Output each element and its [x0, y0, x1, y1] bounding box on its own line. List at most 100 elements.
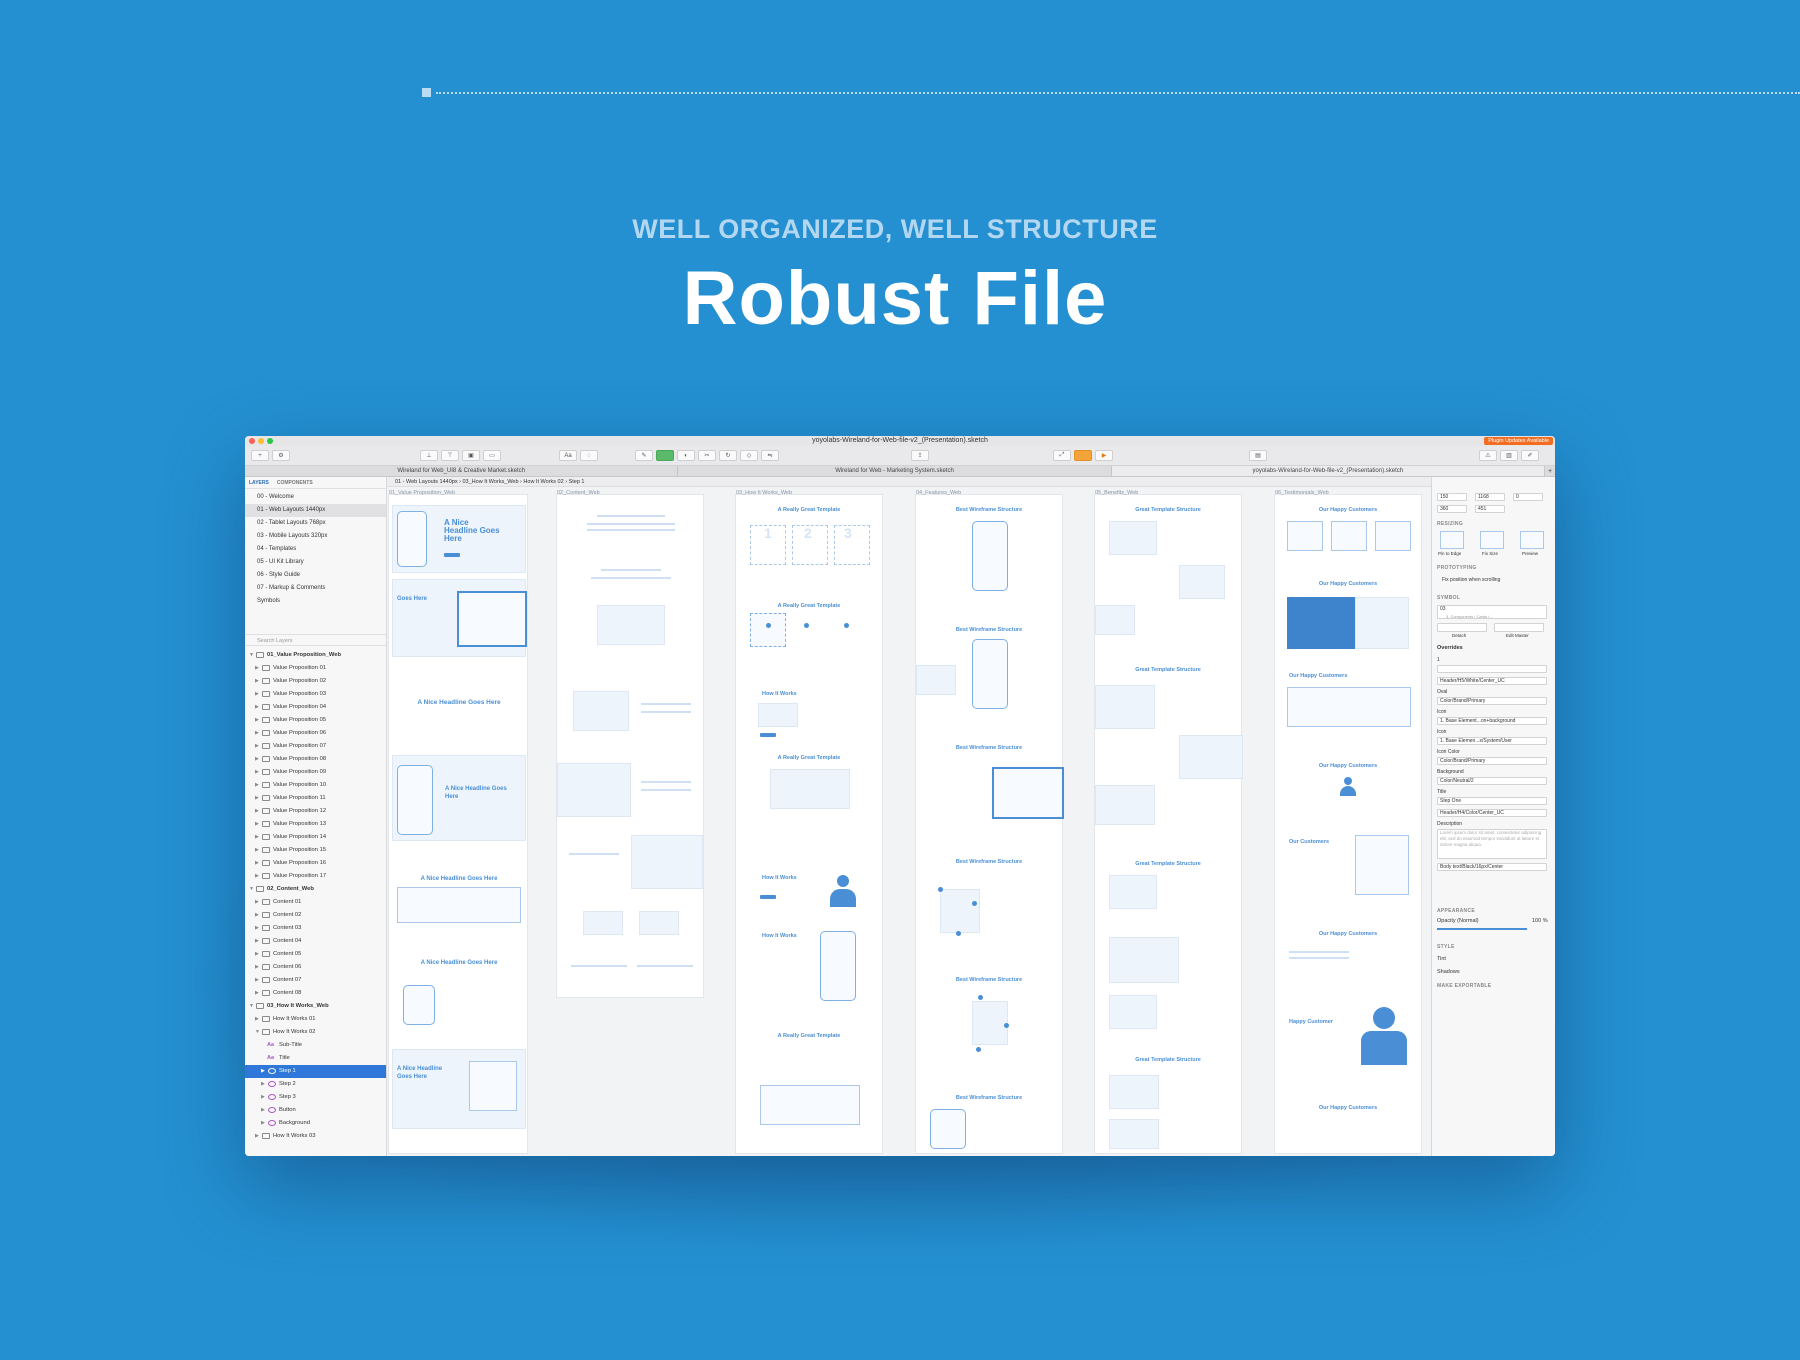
- opacity-slider[interactable]: [1437, 928, 1527, 930]
- chevron-right-icon[interactable]: ▶: [255, 870, 259, 883]
- chevron-down-icon[interactable]: ▼: [255, 1026, 260, 1039]
- page-item[interactable]: 05 - UI Kit Library: [245, 556, 386, 569]
- layer-item[interactable]: ▶ How It Works 03: [245, 1130, 386, 1143]
- tab-components[interactable]: COMPONENTS: [277, 480, 313, 486]
- artboard-how-it-works[interactable]: 03_How It Works_Web A Really Great Templ…: [735, 490, 883, 1154]
- text-layer[interactable]: Aa Title: [245, 1052, 386, 1065]
- chevron-right-icon[interactable]: ▶: [255, 779, 259, 792]
- layer-item[interactable]: ▶ Content 05: [245, 948, 386, 961]
- layer-item[interactable]: ▶ Value Proposition 15: [245, 844, 386, 857]
- chevron-down-icon[interactable]: ▼: [249, 1000, 254, 1013]
- share-icon[interactable]: ⇪: [911, 450, 929, 461]
- chevron-right-icon[interactable]: ▶: [255, 896, 259, 909]
- layer-item[interactable]: ▶ Value Proposition 12: [245, 805, 386, 818]
- view-options-icon[interactable]: ▤: [1249, 450, 1267, 461]
- artboard-testimonials[interactable]: 06_Testimonials_Web Our Happy Customers …: [1274, 490, 1422, 1154]
- position-y-field[interactable]: 1168: [1475, 493, 1505, 501]
- chevron-right-icon[interactable]: ▶: [255, 701, 259, 714]
- page-item[interactable]: 02 - Tablet Layouts 768px: [245, 517, 386, 530]
- chevron-right-icon[interactable]: ▶: [261, 1104, 265, 1117]
- canvas[interactable]: 01 - Web Layouts 1440px › 03_How It Work…: [387, 477, 1431, 1156]
- align-left-icon[interactable]: ⊥: [420, 450, 438, 461]
- opacity-value[interactable]: 100 %: [1532, 918, 1548, 924]
- shadows-label[interactable]: Shadows: [1437, 969, 1460, 975]
- layer-item[interactable]: ▶ Value Proposition 01: [245, 662, 386, 675]
- position-x-field[interactable]: 150: [1437, 493, 1467, 501]
- page-item[interactable]: 06 - Style Guide: [245, 569, 386, 582]
- chevron-right-icon[interactable]: ▶: [255, 740, 259, 753]
- chevron-right-icon[interactable]: ▶: [255, 662, 259, 675]
- layer-item[interactable]: ▶ Value Proposition 04: [245, 701, 386, 714]
- new-tab-button[interactable]: +: [1545, 466, 1555, 476]
- artboard-features[interactable]: 04_Features_Web Best Wireframe Structure…: [915, 490, 1064, 1154]
- layer-item[interactable]: ▶ Value Proposition 14: [245, 831, 386, 844]
- page-item[interactable]: 00 - Welcome: [245, 491, 386, 504]
- page-item[interactable]: 07 - Markup & Comments: [245, 582, 386, 595]
- override-field[interactable]: Header/H5/White/Center_UC: [1437, 677, 1547, 685]
- layer-item[interactable]: ▶ Content 08: [245, 987, 386, 1000]
- layer-item[interactable]: ▶ Value Proposition 07: [245, 740, 386, 753]
- chevron-right-icon[interactable]: ▶: [255, 805, 259, 818]
- chevron-right-icon[interactable]: ▶: [255, 831, 259, 844]
- warning-icon[interactable]: ⚠: [1479, 450, 1497, 461]
- breadcrumb-item[interactable]: Step 1: [569, 479, 585, 485]
- chevron-right-icon[interactable]: ▶: [255, 766, 259, 779]
- cloud-icon[interactable]: [1074, 450, 1092, 461]
- chevron-right-icon[interactable]: ▶: [255, 909, 259, 922]
- chevron-down-icon[interactable]: ▼: [249, 649, 254, 662]
- flip-icon[interactable]: ⇋: [761, 450, 779, 461]
- chevron-right-icon[interactable]: ▶: [261, 1065, 265, 1078]
- artboard-value-proposition[interactable]: 01_Value Proposition_Web A Nice Headline…: [388, 490, 528, 1154]
- layer-item[interactable]: ▶ Value Proposition 08: [245, 753, 386, 766]
- data-button[interactable]: ⚙: [272, 450, 290, 461]
- distribute-icon[interactable]: ▣: [462, 450, 480, 461]
- preview-play-icon[interactable]: ▶: [1095, 450, 1113, 461]
- description-textarea[interactable]: Lorem ipsum dolor sit amet, consectetur …: [1437, 829, 1547, 859]
- symbol-button[interactable]: ◌: [580, 450, 598, 461]
- chevron-right-icon[interactable]: ▶: [255, 688, 259, 701]
- plugin-updates-badge[interactable]: Plugin Updates Available: [1484, 437, 1553, 445]
- chevron-right-icon[interactable]: ▶: [255, 857, 259, 870]
- plugin-green-icon[interactable]: [656, 450, 674, 461]
- document-tab-1[interactable]: Wireland for Web_UI8 & Creative Market.s…: [245, 466, 679, 476]
- breadcrumb-item[interactable]: How It Works 02: [523, 479, 563, 485]
- layer-item[interactable]: ▶ Value Proposition 09: [245, 766, 386, 779]
- chevron-right-icon[interactable]: ▶: [255, 844, 259, 857]
- sidebar-toggle-icon[interactable]: ▥: [1500, 450, 1518, 461]
- search-layers-input[interactable]: Search Layers: [245, 634, 386, 646]
- chevron-right-icon[interactable]: ▶: [255, 935, 259, 948]
- height-field[interactable]: 451: [1475, 505, 1505, 513]
- layer-item[interactable]: ▶ Value Proposition 03: [245, 688, 386, 701]
- layer-item[interactable]: ▶ Content 06: [245, 961, 386, 974]
- chevron-down-icon[interactable]: ▼: [249, 883, 254, 896]
- artboard-benefits[interactable]: 05_Benefits_Web Great Template Structure…: [1094, 490, 1243, 1154]
- rotate-icon[interactable]: ↻: [719, 450, 737, 461]
- edit-master-button[interactable]: [1494, 623, 1544, 632]
- group-icon[interactable]: ▭: [483, 450, 501, 461]
- layer-item[interactable]: ▶ Value Proposition 05: [245, 714, 386, 727]
- chevron-right-icon[interactable]: ▶: [255, 818, 259, 831]
- chevron-right-icon[interactable]: ▶: [255, 987, 259, 1000]
- override-field[interactable]: Color/Brand/Primary: [1437, 757, 1547, 765]
- layer-selected[interactable]: ▶ Step 1: [245, 1065, 386, 1078]
- layer-item[interactable]: ▶ Content 02: [245, 909, 386, 922]
- detach-button[interactable]: [1437, 623, 1487, 632]
- chevron-right-icon[interactable]: ▶: [255, 1130, 259, 1143]
- breadcrumb-item[interactable]: 01 - Web Layouts 1440px: [395, 479, 458, 485]
- layer-item[interactable]: ▶ Content 03: [245, 922, 386, 935]
- override-field[interactable]: Body text/Black/16px/Center: [1437, 863, 1547, 871]
- fix-position-checkbox[interactable]: Fix position when scrolling: [1442, 577, 1500, 583]
- layer-item[interactable]: ▶ Value Proposition 11: [245, 792, 386, 805]
- pen-icon[interactable]: ✐: [1521, 450, 1539, 461]
- chevron-right-icon[interactable]: ▶: [255, 753, 259, 766]
- layer-item[interactable]: ▶ Value Proposition 16: [245, 857, 386, 870]
- artboard-content[interactable]: 02_Content_Web: [556, 490, 704, 998]
- insert-button[interactable]: +: [251, 450, 269, 461]
- layer-group[interactable]: ▼ 01_Value Proposition_Web: [245, 649, 386, 662]
- symbol-layer[interactable]: ▶ Button: [245, 1104, 386, 1117]
- layer-item[interactable]: ▶ Value Proposition 17: [245, 870, 386, 883]
- chevron-right-icon[interactable]: ▶: [255, 792, 259, 805]
- document-tab-3[interactable]: yoyolabs-Wireland-for-Web-file-v2_(Prese…: [1111, 466, 1545, 476]
- layer-group[interactable]: ▼ 03_How It Works_Web: [245, 1000, 386, 1013]
- text-style-button[interactable]: Aa: [559, 450, 577, 461]
